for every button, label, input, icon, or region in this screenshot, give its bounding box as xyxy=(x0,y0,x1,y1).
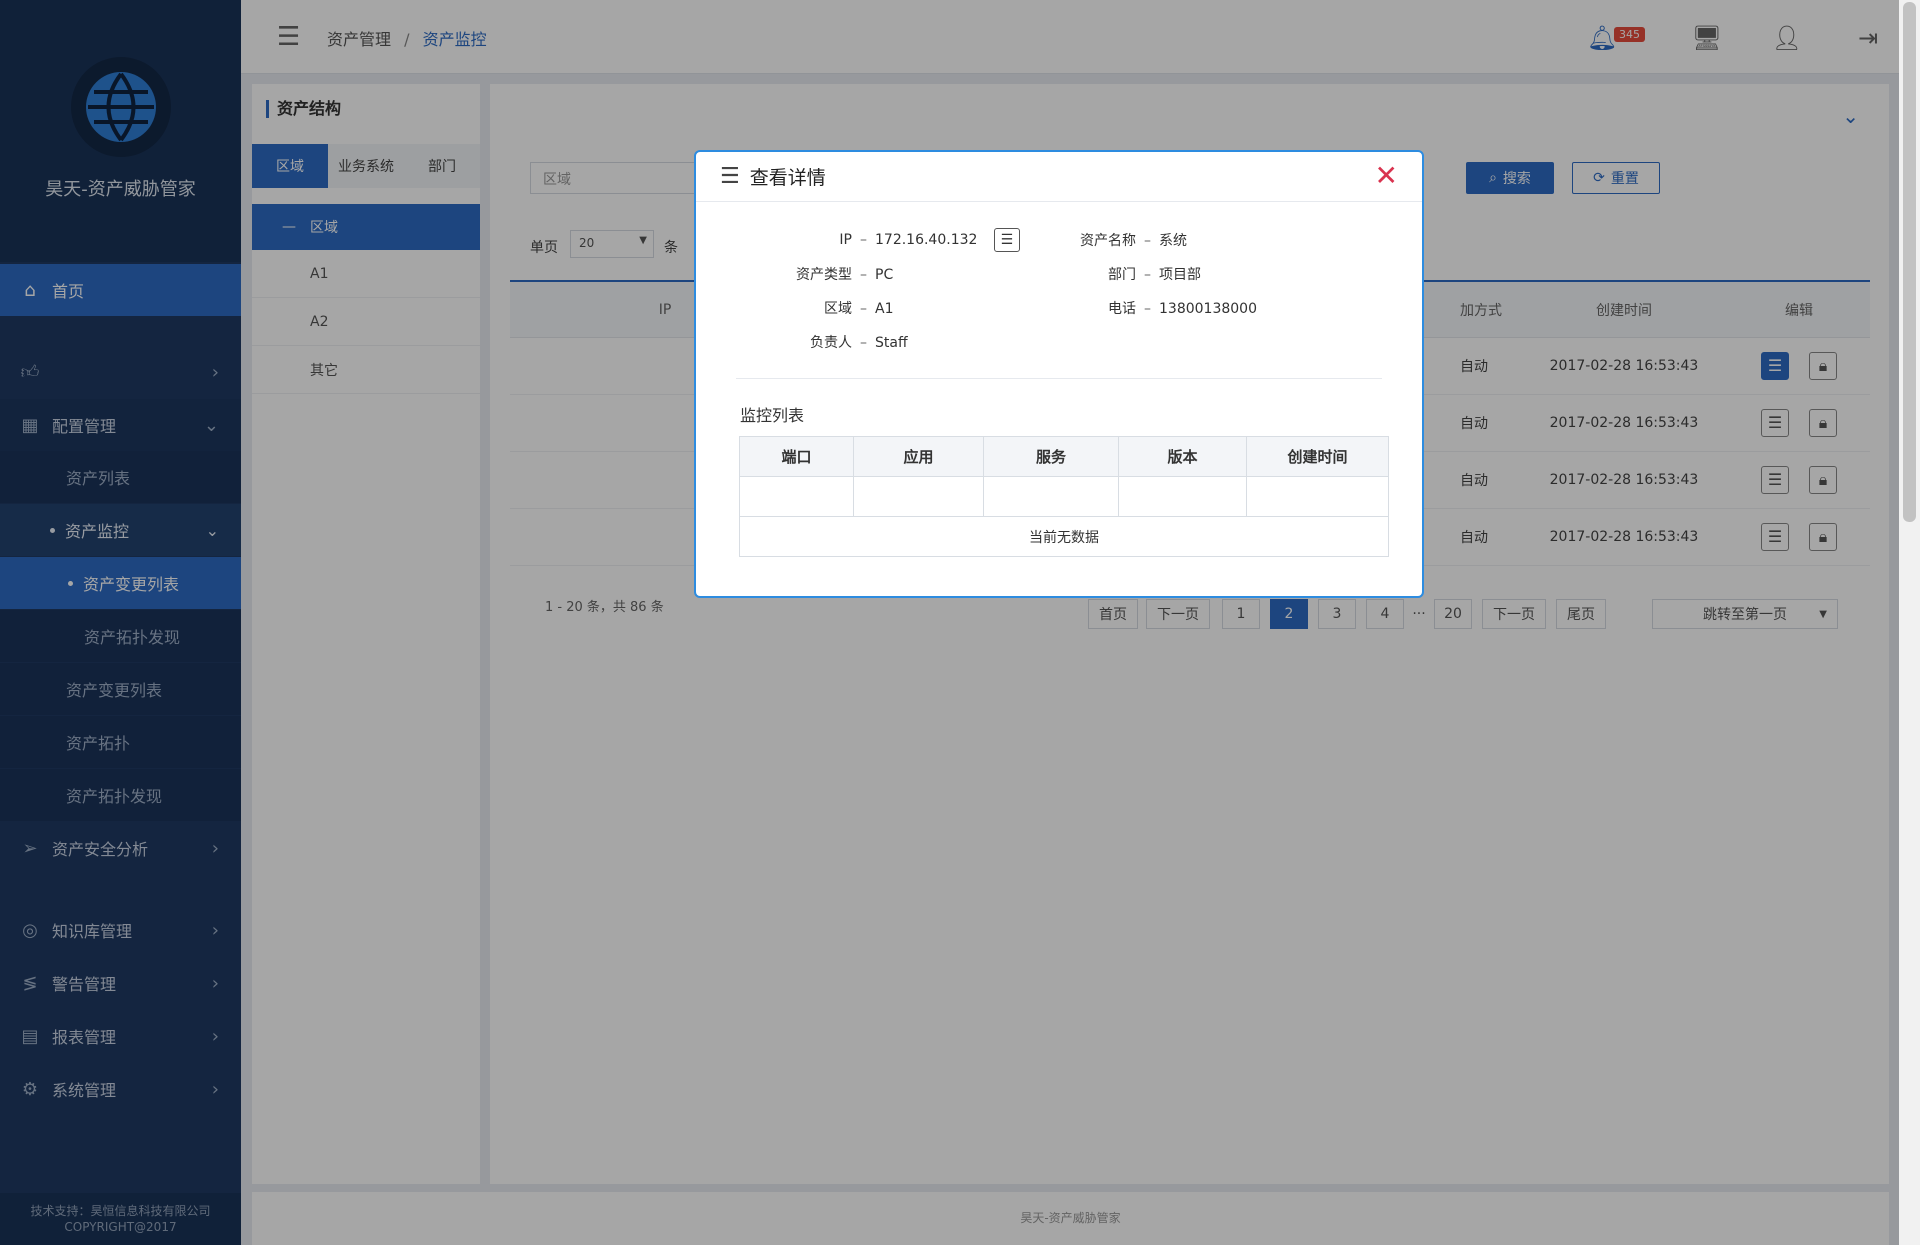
empty-cell xyxy=(1246,476,1389,517)
col-created: 创建时间 xyxy=(1246,436,1389,477)
scrollbar-thumb[interactable] xyxy=(1903,2,1916,522)
modal-title: 查看详情 xyxy=(749,167,826,189)
table-row xyxy=(739,476,1389,517)
field-label: 部门 xyxy=(1108,267,1136,283)
col-version: 版本 xyxy=(1118,436,1247,477)
dash: – xyxy=(860,335,867,351)
field-phone: 电话 –13800138000 xyxy=(1056,298,1257,318)
field-label: IP xyxy=(839,232,852,248)
dash: – xyxy=(1144,233,1151,249)
field-label: 资产名称 xyxy=(1080,233,1136,249)
empty-cell xyxy=(983,476,1119,517)
col-port: 端口 xyxy=(739,436,854,477)
dash: – xyxy=(1144,267,1151,283)
field-region: 区域 – A1 xyxy=(756,298,893,318)
monitor-list-title: 监控列表 xyxy=(740,406,805,425)
field-label: 区域 xyxy=(824,301,852,317)
scrollbar[interactable] xyxy=(1899,0,1920,1245)
empty-cell xyxy=(853,476,984,517)
detail-modal: ☰ 查看详情 ✕ IP –172.16.40.132 ☰ 资产类型 – PC 区域 – A… xyxy=(694,150,1424,598)
field-value: PC xyxy=(875,267,894,283)
dash: – xyxy=(860,301,867,317)
field-value: A1 xyxy=(875,301,894,317)
table-row: 当前无数据 xyxy=(739,516,1389,557)
empty-cell xyxy=(1118,476,1247,517)
close-icon[interactable]: ✕ xyxy=(1375,162,1398,190)
dash: – xyxy=(1144,301,1151,317)
menu-icon: ☰ xyxy=(720,164,740,189)
field-value: 13800138000 xyxy=(1159,301,1257,317)
field-value: 系统 xyxy=(1159,233,1187,249)
field-value: 172.16.40.132 xyxy=(875,232,978,248)
divider xyxy=(736,378,1382,379)
dash: – xyxy=(860,232,867,248)
monitor-table-header: 端口 应用 服务 版本 创建时间 xyxy=(739,436,1389,477)
empty-cell xyxy=(739,476,854,517)
monitor-table: 端口 应用 服务 版本 创建时间 当前无数据 xyxy=(739,436,1389,557)
col-service: 服务 xyxy=(983,436,1119,477)
field-label: 电话 xyxy=(1108,301,1136,317)
field-ip: IP –172.16.40.132 ☰ xyxy=(756,228,1020,252)
col-app: 应用 xyxy=(853,436,984,477)
field-value: Staff xyxy=(875,335,908,351)
field-type: 资产类型 – PC xyxy=(756,264,893,284)
list-icon[interactable]: ☰ xyxy=(993,228,1020,252)
field-owner: 负责人 – Staff xyxy=(756,332,908,352)
empty-message: 当前无数据 xyxy=(739,516,1389,557)
field-label: 负责人 xyxy=(810,335,852,351)
field-value: 项目部 xyxy=(1159,267,1201,283)
field-name: 资产名称 – 系统 xyxy=(1056,230,1187,250)
modal-header: ☰ 查看详情 ✕ xyxy=(696,152,1422,202)
field-label: 资产类型 xyxy=(796,267,852,283)
dash: – xyxy=(860,267,867,283)
field-dept: 部门 – 项目部 xyxy=(1056,264,1201,284)
